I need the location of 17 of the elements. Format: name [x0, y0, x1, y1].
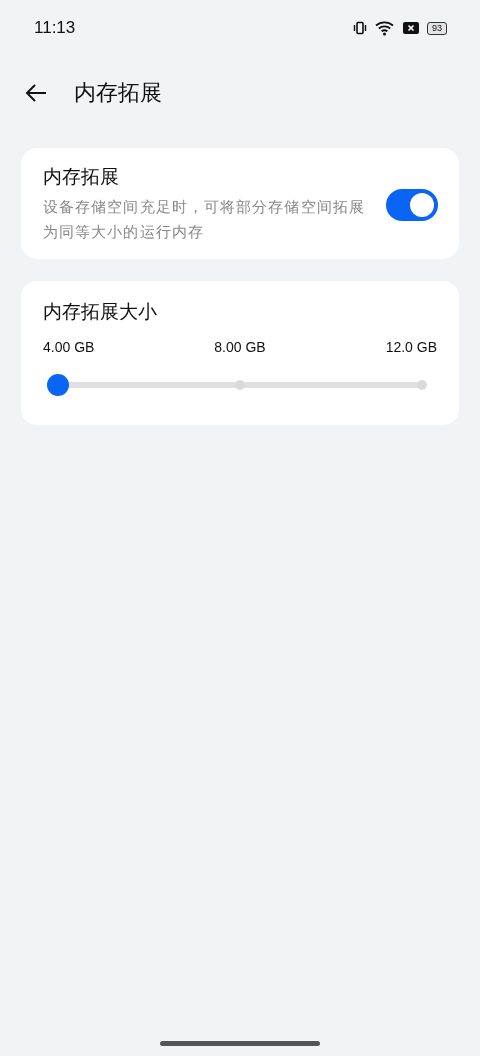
size-label: 8.00 GB — [214, 339, 266, 355]
slider-thumb[interactable] — [47, 374, 69, 396]
size-title: 内存拓展大小 — [43, 299, 158, 324]
size-label: 4.00 GB — [43, 339, 95, 355]
toggle-switch[interactable] — [386, 188, 438, 221]
wifi-icon — [375, 20, 395, 36]
status-time: 11:13 — [34, 18, 76, 38]
vibrate-icon — [353, 21, 367, 35]
back-button[interactable] — [24, 83, 48, 103]
setting-title: 内存拓展 — [43, 164, 120, 189]
no-sim-icon — [403, 21, 419, 35]
setting-description: 设备存储空间充足时，可将部分存储空间拓展为同等大小的运行内存 — [43, 197, 366, 243]
slider-tick — [235, 380, 245, 390]
size-label: 12.0 GB — [385, 339, 437, 355]
page-title: 内存拓展 — [74, 79, 162, 107]
slider-tick — [417, 380, 427, 390]
battery-indicator: 93 — [427, 21, 447, 35]
